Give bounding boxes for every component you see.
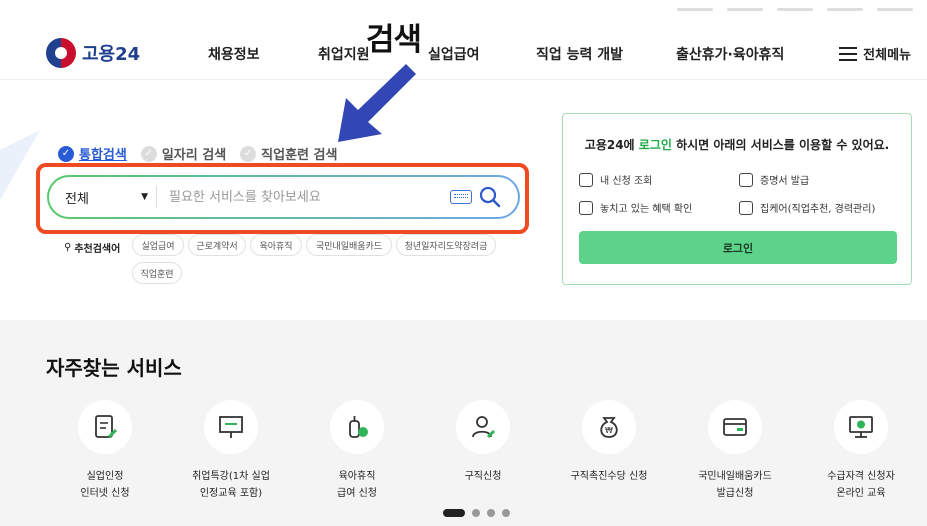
service-item[interactable]: 국민내일배움카드 발급신청 — [680, 400, 790, 502]
service-missed-benefits[interactable]: 놓치고 있는 혜택 확인 — [579, 200, 692, 215]
svg-text:₩: ₩ — [605, 426, 613, 435]
tab-job-search[interactable]: ✓ 일자리 검색 — [140, 144, 227, 163]
tab-label: 일자리 검색 — [161, 148, 227, 163]
service-my-applications[interactable]: 내 신청 조회 — [579, 172, 652, 187]
pagination-dot[interactable] — [502, 509, 510, 517]
check-icon: ✓ — [140, 145, 157, 162]
login-panel: 고용24에 로그인 하시면 아래의 서비스를 이용할 수 있어요. 내 신청 조… — [562, 113, 912, 285]
search-small-icon: ⚲ — [64, 242, 72, 253]
service-label: 놓치고 있는 혜택 확인 — [600, 204, 693, 215]
recommended-keywords-label: ⚲ 추천검색어 — [64, 240, 120, 255]
baby-bottle-icon — [330, 400, 384, 454]
service-item-label: 구직촉진수당 신청 — [570, 471, 648, 482]
search-bar: 전체 ▼ — [47, 175, 520, 219]
frequent-services-section: 자주찾는 서비스 실업인정 인터넷 신청 취업특강(1차 실업 인정교육 포함)… — [0, 320, 927, 526]
service-item[interactable]: 실업인정 인터넷 신청 — [50, 400, 160, 502]
service-item[interactable]: 구직신청 — [428, 400, 538, 485]
login-button[interactable]: 로그인 — [579, 231, 897, 264]
keyword-chip[interactable]: 실업급여 — [132, 234, 184, 256]
service-label: 내 신청 조회 — [600, 176, 653, 187]
card-icon — [708, 400, 762, 454]
service-item[interactable]: 육아휴직 급여 신청 — [302, 400, 412, 502]
login-message: 고용24에 로그인 하시면 아래의 서비스를 이용할 수 있어요. — [563, 136, 911, 153]
nav-item-vocational-training[interactable]: 직업 능력 개발 — [536, 44, 623, 64]
search-scope-select[interactable]: 전체 ▼ — [49, 186, 157, 208]
certificate-icon — [739, 172, 753, 187]
search-tabs: ✓ 통합검색 ✓ 일자리 검색 ✓ 직업훈련 검색 — [58, 144, 337, 163]
document-pen-icon — [78, 400, 132, 454]
login-msg-post: 하시면 아래의 서비스를 이용할 수 있어요. — [671, 138, 890, 152]
pagination-dot[interactable] — [472, 509, 480, 517]
service-item[interactable]: 취업특강(1차 실업 인정교육 포함) — [176, 400, 286, 502]
service-item-label: 구직신청 — [464, 471, 502, 482]
hamburger-icon — [839, 46, 858, 61]
keyword-chip[interactable]: 근로계약서 — [188, 234, 246, 256]
site-header: 고용24 채용정보 취업지원 실업급여 직업 능력 개발 출산휴가·육아휴직 전… — [0, 28, 927, 80]
nav-item-unemployment-benefit[interactable]: 실업급여 — [428, 44, 480, 64]
service-item-label: 국민내일배움카드 발급신청 — [698, 471, 772, 499]
tab-label: 통합검색 — [79, 148, 127, 163]
search-scope-value: 전체 — [65, 191, 89, 207]
all-menu-button[interactable]: 전체메뉴 — [839, 44, 911, 63]
logo-text: 고용24 — [82, 44, 141, 65]
all-menu-label: 전체메뉴 — [863, 48, 911, 63]
utility-links[interactable] — [677, 8, 913, 11]
caret-down-icon: ▼ — [141, 192, 148, 202]
service-certificate[interactable]: 증명서 발급 — [739, 172, 809, 187]
service-item[interactable]: 수급자격 신청자 온라인 교육 — [806, 400, 916, 502]
login-link[interactable]: 로그인 — [639, 138, 672, 152]
service-item[interactable]: ₩ 구직촉진수당 신청 — [554, 400, 664, 485]
keyword-chip[interactable]: 청년일자리도약장려금 — [396, 234, 496, 256]
service-label: 집케어(직업추천, 경력관리) — [760, 204, 876, 215]
search-input[interactable] — [157, 188, 450, 206]
search-icon[interactable] — [478, 185, 502, 209]
money-bag-icon: ₩ — [582, 400, 636, 454]
section-title: 자주찾는 서비스 — [46, 356, 182, 380]
tab-integrated-search[interactable]: ✓ 통합검색 — [58, 144, 127, 163]
pagination-dot[interactable] — [443, 509, 465, 517]
care-icon — [739, 200, 753, 215]
service-item-label: 실업인정 인터넷 신청 — [80, 471, 130, 499]
annotation-label: 검색 — [366, 22, 422, 58]
keyword-chip[interactable]: 육아휴직 — [250, 234, 302, 256]
nav-item-parental-leave[interactable]: 출산휴가·육아휴직 — [676, 44, 784, 64]
keyword-chip[interactable]: 국민내일배움카드 — [306, 234, 392, 256]
check-icon: ✓ — [240, 145, 257, 162]
service-item-label: 육아휴직 급여 신청 — [337, 471, 377, 499]
annotation-arrow-icon — [338, 64, 416, 142]
presentation-board-icon — [204, 400, 258, 454]
tab-training-search[interactable]: ✓ 직업훈련 검색 — [240, 144, 337, 163]
service-item-label: 수급자격 신청자 온라인 교육 — [827, 471, 895, 499]
login-msg-pre: 고용24에 — [584, 138, 639, 152]
pagination-dot[interactable] — [487, 509, 495, 517]
service-label: 증명서 발급 — [760, 176, 810, 187]
keyword-chip[interactable]: 직업훈련 — [132, 262, 182, 284]
monitor-play-icon — [834, 400, 888, 454]
carousel-pagination — [443, 509, 510, 517]
service-item-label: 취업특강(1차 실업 인정교육 포함) — [192, 471, 270, 499]
keyboard-icon[interactable] — [450, 190, 472, 204]
site-logo[interactable]: 고용24 — [46, 38, 140, 68]
person-pen-icon — [456, 400, 510, 454]
tab-label: 직업훈련 검색 — [261, 148, 338, 163]
taegeuk-logo-icon — [46, 38, 76, 68]
check-icon: ✓ — [58, 145, 74, 162]
service-job-care[interactable]: 집케어(직업추천, 경력관리) — [739, 200, 875, 215]
decorative-shape — [0, 130, 40, 200]
recommend-label-text: 추천검색어 — [74, 244, 121, 255]
nav-item-jobs[interactable]: 채용정보 — [208, 44, 260, 64]
document-search-icon — [579, 200, 593, 215]
checklist-icon — [579, 172, 593, 187]
